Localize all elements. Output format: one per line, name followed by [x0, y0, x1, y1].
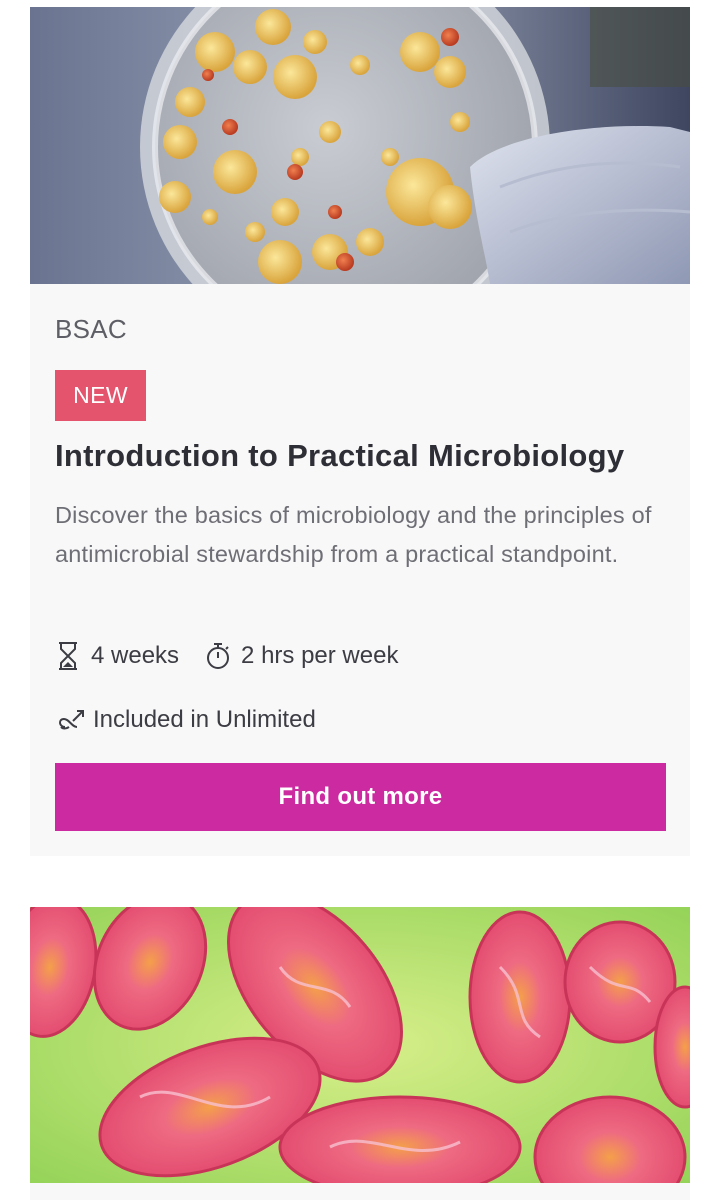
find-out-more-button[interactable]: Find out more — [55, 763, 666, 831]
course-meta: 4 weeks 2 hrs per week — [55, 639, 398, 673]
unlimited-text: Included in Unlimited — [93, 706, 316, 733]
unlimited-info: Included in Unlimited — [55, 703, 316, 737]
new-badge: NEW — [55, 370, 146, 421]
effort-text: 2 hrs per week — [241, 642, 399, 669]
course-provider: BSAC — [55, 314, 128, 344]
duration-text: 4 weeks — [91, 642, 180, 669]
course-image-mitochondria[interactable] — [30, 907, 690, 1183]
effort: 2 hrs per week — [205, 641, 398, 671]
course-description: Discover the basics of microbiology and … — [55, 502, 652, 567]
course-card[interactable] — [30, 907, 690, 1200]
course-card[interactable]: BSAC NEW Introduction to Practical Micro… — [30, 7, 690, 856]
stopwatch-icon — [207, 643, 230, 669]
hourglass-icon — [59, 642, 77, 670]
course-title[interactable]: Introduction to Practical Microbiology — [55, 436, 675, 476]
unlimited-icon — [59, 710, 84, 730]
duration: 4 weeks — [55, 641, 179, 671]
course-image-petri-dish[interactable] — [30, 7, 690, 284]
